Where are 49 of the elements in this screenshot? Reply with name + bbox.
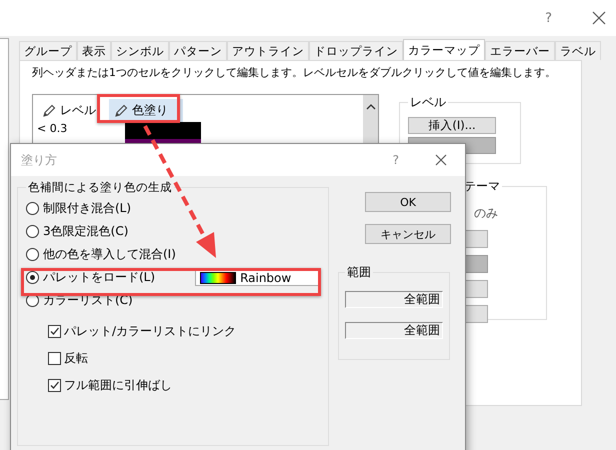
checkbox[interactable] [48, 325, 61, 338]
tab[interactable]: パターン [169, 41, 227, 60]
pencil-icon [114, 104, 128, 118]
group-label: 色補間による塗り色の生成 [27, 180, 173, 195]
level-cell: < 0.3 [37, 122, 68, 135]
hint-text: 列ヘッダまたは1つのセルをクリックして編集します。レベルセルをダブルクリックして値を編集します。 [32, 65, 557, 80]
option-label[interactable]: 制限付き混合(L) [43, 200, 132, 217]
option-label[interactable]: 3色限定混色(C) [43, 223, 128, 240]
range-field[interactable]: 全範囲 [345, 291, 444, 308]
checkbox[interactable] [48, 352, 61, 365]
dialog-button[interactable]: OK [365, 192, 452, 212]
tab[interactable]: エラーバー [485, 41, 555, 60]
tab[interactable]: ドロップライン [309, 41, 403, 60]
checkbox-label[interactable]: 反転 [64, 350, 88, 367]
checkbox-label[interactable]: フル範囲に引伸ばし [64, 377, 172, 394]
tab[interactable]: ラベル [555, 41, 601, 60]
help-button[interactable]: ? [545, 10, 552, 26]
tab[interactable]: シンボル [111, 41, 169, 60]
checkbox-label[interactable]: パレット/カラーリストにリンク [64, 323, 236, 340]
help-button[interactable]: ? [392, 153, 399, 167]
palette-name: Rainbow [240, 270, 292, 284]
close-icon[interactable] [592, 11, 606, 25]
tab[interactable]: 表示 [77, 41, 111, 60]
dialog-button[interactable]: キャンセル [365, 224, 452, 244]
column-label: レベル [60, 102, 96, 119]
group-label: テーマ [463, 178, 501, 195]
group-label: レベル [409, 94, 447, 111]
radio-button[interactable] [26, 248, 39, 261]
checkbox[interactable] [48, 379, 61, 392]
option-label[interactable]: パレットをロード(L) [43, 269, 156, 286]
radio-button[interactable] [26, 225, 39, 238]
dialog-title: 塗り方 [21, 152, 58, 168]
theme-option-text: のみ [474, 205, 499, 222]
close-icon[interactable] [435, 154, 447, 166]
column-header[interactable]: レベル [37, 99, 101, 122]
column-label: 色塗り [132, 102, 168, 119]
color-cell[interactable] [125, 122, 201, 139]
tab[interactable]: カラーマップ [403, 39, 485, 60]
gradient-icon [200, 272, 236, 284]
radio-button[interactable] [26, 271, 39, 284]
scroll-up-icon[interactable] [366, 103, 376, 111]
tab[interactable]: アウトライン [227, 41, 309, 60]
group-label: 範囲 [346, 264, 372, 281]
range-field[interactable]: 全範囲 [345, 322, 444, 339]
radio-button[interactable] [26, 202, 39, 215]
tab[interactable]: グループ [19, 41, 77, 60]
option-label[interactable]: 他の色を導入して混合(I) [43, 246, 176, 263]
pencil-icon [42, 104, 56, 118]
level-button[interactable]: 挿入(I)... [408, 117, 496, 134]
